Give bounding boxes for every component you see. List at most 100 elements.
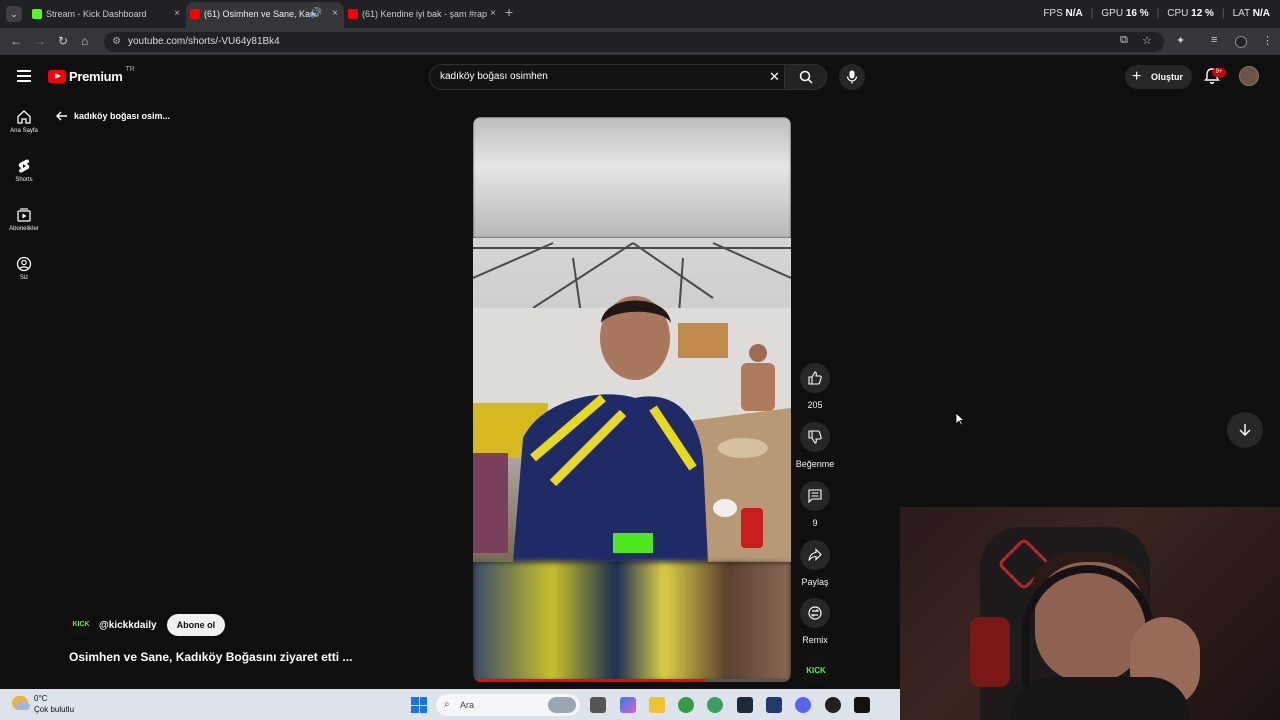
home-icon <box>17 110 31 124</box>
next-short-thumbnail[interactable]: KICK <box>802 657 830 685</box>
tab-osimhen-short[interactable]: (61) Osimhen ve Sane, Kadı 🔊 × <box>186 2 344 28</box>
reload-icon[interactable]: ↻ <box>58 34 68 48</box>
tab-close-icon[interactable]: × <box>490 2 496 26</box>
sidebar-item-you[interactable]: Siz <box>0 256 48 281</box>
tab-label: (61) Kendine iyi bak - şam #rap <box>362 9 488 19</box>
create-label: Oluştur <box>1151 72 1184 82</box>
profile-icon[interactable] <box>1235 36 1247 48</box>
browser-tab-strip: ⌄ Stream - Kick Dashboard × (61) Osimhen… <box>0 0 1280 28</box>
logo-text: Premium <box>69 69 123 84</box>
search-box[interactable]: kadıköy boğası osimhen ✕ <box>429 64 827 90</box>
temperature: 0°C <box>34 694 48 703</box>
obs-icon[interactable] <box>825 697 841 713</box>
audio-playing-icon[interactable]: 🔊 <box>310 2 322 26</box>
discord-icon[interactable] <box>795 697 811 713</box>
search-highlight-image <box>548 697 576 713</box>
account-avatar[interactable] <box>1239 66 1259 86</box>
tab-label: Stream - Kick Dashboard <box>46 9 147 19</box>
subscribe-button[interactable]: Abone ol <box>166 614 226 636</box>
back-arrow-icon[interactable]: ← <box>10 34 22 48</box>
remix-label: Remix <box>802 635 828 645</box>
comment-icon <box>808 489 822 503</box>
comments-button[interactable]: 9 <box>796 481 834 528</box>
back-to-search[interactable]: kadıköy boğası osim... <box>56 111 170 121</box>
task-view-icon[interactable] <box>590 697 606 713</box>
next-short-button[interactable] <box>1227 412 1263 448</box>
windows-start-icon[interactable] <box>411 697 427 713</box>
address-bar[interactable]: ⚙ youtube.com/shorts/-VU64y81Bk4 <box>104 32 1164 52</box>
sidebar-item-shorts[interactable]: Shorts <box>0 158 48 183</box>
like-button[interactable]: 205 <box>796 363 834 410</box>
plus-icon: + <box>1132 68 1142 85</box>
share-button[interactable]: Paylaş <box>796 540 834 587</box>
voice-search-button[interactable] <box>839 64 865 90</box>
tab-kick-dashboard[interactable]: Stream - Kick Dashboard × <box>28 2 186 28</box>
tab-search-dropdown[interactable]: ⌄ <box>6 6 22 22</box>
dislike-button[interactable]: Beğenme <box>790 422 840 469</box>
tab-kendine-iyi-bak[interactable]: (61) Kendine iyi bak - şam #rap × <box>344 2 502 28</box>
channel-name[interactable]: @kickkdaily <box>99 620 157 631</box>
extensions-icon[interactable]: ✦ <box>1176 34 1185 47</box>
sidebar-item-label: Abonelikler <box>9 226 39 232</box>
search-icon <box>799 70 813 84</box>
chrome-icon[interactable] <box>678 697 694 713</box>
stat-lat: LAT N/A <box>1232 8 1270 19</box>
youtube-favicon-icon <box>348 9 358 19</box>
short-title[interactable]: Osimhen ve Sane, Kadıköy Boğasını ziyare… <box>69 650 352 664</box>
bookmark-star-icon[interactable]: ☆ <box>1142 34 1152 47</box>
video-scene-image <box>473 242 791 562</box>
hamburger-menu-icon[interactable] <box>17 70 31 85</box>
tab-close-icon[interactable]: × <box>332 2 338 26</box>
stat-gpu: GPU 16 % <box>1101 8 1149 19</box>
media-control-icon[interactable]: ≡ <box>1211 34 1217 46</box>
video-progress-bar[interactable] <box>473 679 791 682</box>
dislike-label: Beğenme <box>795 459 835 469</box>
subscriptions-icon <box>17 208 31 222</box>
vscode-icon[interactable] <box>766 697 782 713</box>
taskbar-search[interactable]: ⌕ Ara <box>436 694 580 716</box>
chrome-active-icon[interactable] <box>707 697 723 713</box>
sidebar-item-home[interactable]: Ana Sayfa <box>0 109 48 134</box>
back-arrow-icon <box>56 111 67 121</box>
search-button[interactable] <box>784 65 826 89</box>
search-input[interactable]: kadıköy boğası osimhen <box>440 71 548 82</box>
install-app-icon[interactable]: ⧉ <box>1120 34 1128 47</box>
new-tab-button[interactable]: + <box>505 4 513 20</box>
country-code: TR <box>125 66 135 73</box>
windows-taskbar: 0°C Çok bulutlu ⌕ Ara <box>0 689 900 720</box>
sidebar-item-label: Ana Sayfa <box>10 128 38 134</box>
file-explorer-icon[interactable] <box>649 697 665 713</box>
site-info-icon[interactable]: ⚙ <box>112 32 121 52</box>
thumbs-up-icon <box>808 371 822 385</box>
tab-label: (61) Osimhen ve Sane, Kadı <box>204 9 318 19</box>
channel-avatar[interactable]: KICK <box>69 613 93 637</box>
youtube-premium-logo[interactable]: Premium TR <box>48 66 135 84</box>
clear-search-icon[interactable]: ✕ <box>769 69 780 85</box>
stat-fps: FPS N/A <box>1043 8 1083 19</box>
youtube-play-icon <box>48 70 66 83</box>
copilot-icon[interactable] <box>620 697 636 713</box>
youtube-favicon-icon <box>190 9 200 19</box>
epic-games-icon[interactable] <box>854 697 870 713</box>
browser-menu-icon[interactable]: ⋮ <box>1262 34 1273 47</box>
create-button[interactable]: + Oluştur <box>1125 65 1192 89</box>
search-icon: ⌕ <box>444 699 450 710</box>
remix-button[interactable]: Remix <box>796 598 834 645</box>
steam-icon[interactable] <box>737 697 753 713</box>
comment-count: 9 <box>812 518 818 528</box>
short-video-player[interactable] <box>473 117 791 682</box>
performance-overlay: FPS N/A | GPU 16 % | CPU 12 % | LAT N/A <box>1043 8 1270 19</box>
video-frame <box>473 238 791 562</box>
account-icon <box>16 256 32 272</box>
tab-close-icon[interactable]: × <box>174 2 180 26</box>
forward-arrow-icon[interactable]: → <box>34 34 46 48</box>
sidebar-item-subscriptions[interactable]: Abonelikler <box>0 207 48 232</box>
home-browser-icon[interactable]: ⌂ <box>81 34 88 48</box>
share-icon <box>808 548 822 561</box>
sidebar-item-label: Shorts <box>15 177 33 183</box>
remix-icon <box>808 606 822 620</box>
back-label: kadıköy boğası osim... <box>74 111 171 121</box>
mouse-cursor-icon <box>955 412 965 426</box>
microphone-icon <box>846 70 858 84</box>
channel-row: KICK @kickkdaily Abone ol <box>69 613 226 637</box>
